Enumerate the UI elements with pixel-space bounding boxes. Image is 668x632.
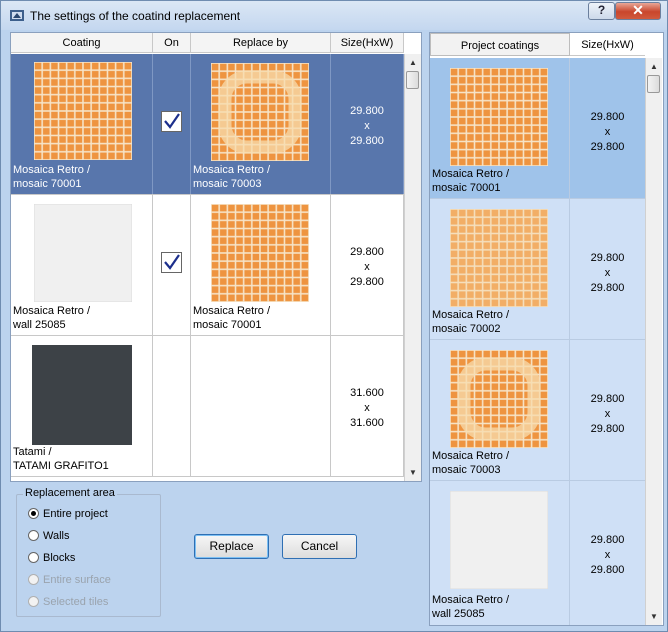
size-value: 29.800 x 29.800 bbox=[590, 252, 625, 294]
title-bar: The settings of the coatind replacement … bbox=[1, 1, 667, 30]
size-cell: 29.800 x 29.800 bbox=[570, 340, 645, 480]
coating-name: Mosaica Retro / wall 25085 bbox=[432, 594, 510, 620]
app-icon bbox=[10, 10, 24, 21]
size-cell: 29.800 x 29.800 bbox=[331, 54, 404, 194]
size-value: 29.800 x 29.800 bbox=[590, 111, 625, 153]
list-item[interactable]: Mosaica Retro / wall 25085 29.800 x 29.800 bbox=[430, 481, 645, 625]
radio-button[interactable] bbox=[28, 508, 39, 519]
checkmark-icon bbox=[164, 254, 180, 270]
column-header-project-coatings[interactable]: Project coatings bbox=[430, 33, 570, 56]
on-cell bbox=[153, 195, 191, 335]
replacement-area-label: Replacement area bbox=[23, 487, 117, 499]
radio-entire-project[interactable]: Entire project bbox=[28, 506, 108, 522]
mosaic-70002-thumbnail bbox=[450, 209, 548, 307]
wall-25085-thumbnail bbox=[450, 491, 548, 589]
mosaic-70001-thumbnail bbox=[34, 62, 132, 160]
list-item[interactable]: Mosaica Retro / mosaic 70001 29.800 x 29.80… bbox=[430, 58, 645, 199]
replace-by-cell: Mosaica Retro / mosaic 70001 bbox=[191, 195, 331, 335]
on-cell bbox=[153, 54, 191, 194]
table-row[interactable]: Mosaica Retro / mosaic 70001 Mosaica Ret… bbox=[11, 54, 404, 195]
size-value: 31.600 x 31.600 bbox=[350, 387, 384, 429]
scroll-down-arrow-icon[interactable]: ▼ bbox=[405, 464, 421, 481]
coating-cell: Mosaica Retro / wall 25085 bbox=[11, 195, 153, 335]
wall-25085-thumbnail bbox=[34, 204, 132, 302]
column-header-size[interactable]: Size(HxW) bbox=[331, 33, 404, 53]
size-cell: 29.800 x 29.800 bbox=[570, 481, 645, 625]
mosaic-70003-thumbnail bbox=[211, 63, 309, 161]
scroll-up-arrow-icon[interactable]: ▲ bbox=[405, 54, 421, 71]
radio-button bbox=[28, 596, 39, 607]
coating-cell: Tatami / TATAMI GRAFITO1 bbox=[11, 336, 153, 476]
radio-selected-tiles: Selected tiles bbox=[28, 594, 108, 610]
mosaic-70001-thumbnail bbox=[211, 204, 309, 302]
table-row[interactable]: Tatami / TATAMI GRAFITO1 31.600 x 31.600 bbox=[11, 336, 404, 477]
size-value: 29.800 x 29.800 bbox=[590, 534, 625, 576]
help-button[interactable]: ? bbox=[588, 2, 615, 20]
scroll-down-arrow-icon[interactable]: ▼ bbox=[646, 608, 662, 625]
scroll-up-arrow-icon[interactable]: ▲ bbox=[646, 58, 662, 75]
left-table-scrollbar[interactable]: ▲ ▼ bbox=[404, 54, 421, 481]
cancel-button[interactable]: Cancel bbox=[282, 534, 357, 559]
coating-name: Mosaica Retro / mosaic 70001 bbox=[432, 168, 510, 194]
coating-name: Mosaica Retro / mosaic 70002 bbox=[432, 309, 510, 335]
radio-entire-surface: Entire surface bbox=[28, 572, 111, 588]
radio-button[interactable] bbox=[28, 552, 39, 563]
table-row[interactable]: Mosaica Retro / wall 25085 Mosaica Retro… bbox=[11, 195, 404, 336]
size-cell: 29.800 x 29.800 bbox=[570, 58, 645, 198]
on-cell[interactable] bbox=[153, 336, 191, 476]
column-header-size[interactable]: Size(HxW) bbox=[570, 33, 645, 56]
mosaic-70001-thumbnail bbox=[450, 68, 548, 166]
replacement-area-group: Replacement area Entire project Walls Bl… bbox=[16, 487, 161, 617]
coating-name: Mosaica Retro / wall 25085 bbox=[13, 305, 91, 331]
radio-blocks[interactable]: Blocks bbox=[28, 550, 75, 566]
settings-dialog: The settings of the coatind replacement … bbox=[0, 0, 668, 632]
coating-cell: Mosaica Retro / mosaic 70001 bbox=[430, 58, 570, 198]
coating-cell: Mosaica Retro / mosaic 70001 bbox=[11, 54, 153, 194]
coating-cell: Mosaica Retro / mosaic 70003 bbox=[430, 340, 570, 480]
right-table-scrollbar[interactable]: ▲ ▼ bbox=[645, 58, 662, 625]
radio-button[interactable] bbox=[28, 530, 39, 541]
on-checkbox[interactable] bbox=[161, 111, 182, 132]
column-header-replace-by[interactable]: Replace by bbox=[191, 33, 331, 53]
list-item[interactable]: Mosaica Retro / mosaic 70003 29.800 x 29.80… bbox=[430, 340, 645, 481]
replace-by-cell[interactable] bbox=[191, 336, 331, 476]
size-value: 29.800 x 29.800 bbox=[590, 393, 625, 435]
size-cell: 29.800 x 29.800 bbox=[570, 199, 645, 339]
project-coatings-table: Project coatings Size(HxW) Mosaica Retro… bbox=[429, 32, 664, 626]
list-item[interactable]: Mosaica Retro / mosaic 70002 29.800 x 29.80… bbox=[430, 199, 645, 340]
size-value: 29.800 x 29.800 bbox=[350, 246, 384, 288]
replacement-name: Mosaica Retro / mosaic 70003 bbox=[193, 164, 271, 190]
size-cell: 31.600 x 31.600 bbox=[331, 336, 404, 476]
scroll-thumb[interactable] bbox=[647, 75, 660, 93]
column-header-coating[interactable]: Coating bbox=[11, 33, 153, 53]
coating-replacement-table: Coating On Replace by Size(HxW) Mosaica … bbox=[10, 32, 422, 482]
replace-by-cell: Mosaica Retro / mosaic 70003 bbox=[191, 54, 331, 194]
scroll-thumb[interactable] bbox=[406, 71, 419, 89]
on-checkbox[interactable] bbox=[161, 252, 182, 273]
tatami-grafito-thumbnail bbox=[32, 345, 132, 445]
column-header-on[interactable]: On bbox=[153, 33, 191, 53]
radio-button bbox=[28, 574, 39, 585]
checkmark-icon bbox=[164, 113, 180, 129]
replace-button[interactable]: Replace bbox=[194, 534, 269, 559]
replacement-name: Mosaica Retro / mosaic 70001 bbox=[193, 305, 271, 331]
coating-name: Mosaica Retro / mosaic 70001 bbox=[13, 164, 91, 190]
window-title: The settings of the coatind replacement bbox=[30, 9, 241, 23]
coating-cell: Mosaica Retro / mosaic 70002 bbox=[430, 199, 570, 339]
close-button[interactable]: ✕ bbox=[615, 2, 661, 20]
radio-walls[interactable]: Walls bbox=[28, 528, 69, 544]
coating-cell: Mosaica Retro / wall 25085 bbox=[430, 481, 570, 625]
coating-name: Mosaica Retro / mosaic 70003 bbox=[432, 450, 510, 476]
size-cell: 29.800 x 29.800 bbox=[331, 195, 404, 335]
coating-name: Tatami / TATAMI GRAFITO1 bbox=[13, 446, 109, 472]
size-value: 29.800 x 29.800 bbox=[350, 105, 384, 147]
mosaic-70003-thumbnail bbox=[450, 350, 548, 448]
